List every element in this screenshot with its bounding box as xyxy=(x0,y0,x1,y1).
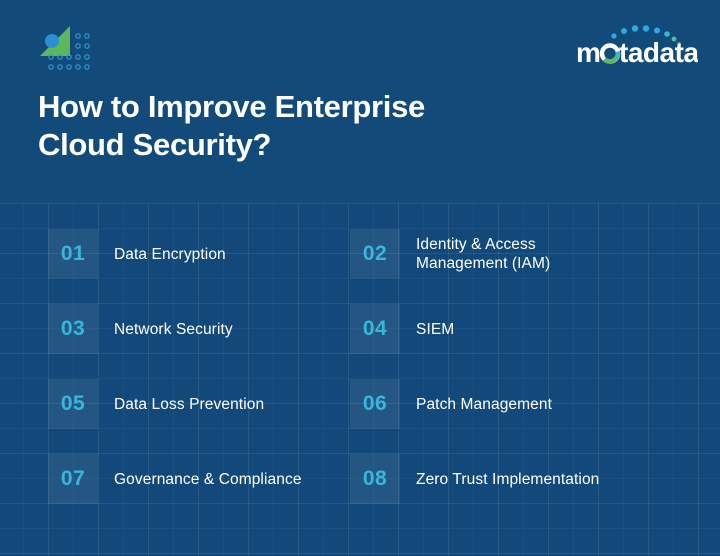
numbered-list: 01 Data Encryption 02 Identity & Access … xyxy=(0,203,720,556)
motadata-logo: m tadata xyxy=(574,22,698,68)
list-item-label-line-1: Zero Trust Implementation xyxy=(416,470,600,488)
page-title: How to Improve Enterprise Cloud Security… xyxy=(38,88,558,164)
list-row: 05 Data Loss Prevention 06 Patch Managem… xyxy=(0,379,720,429)
list-item-label: Identity & Access Management (IAM) xyxy=(416,235,550,273)
list-item-number: 01 xyxy=(48,229,98,279)
list-item-label: Network Security xyxy=(114,320,233,339)
list-item-label: Data Encryption xyxy=(114,245,226,264)
list-item-number: 03 xyxy=(48,304,98,354)
list-item[interactable]: 06 Patch Management xyxy=(350,379,670,429)
infographic-poster: m tadata How to Improve Enterprise Cloud… xyxy=(0,0,720,556)
list-row: 03 Network Security 04 SIEM xyxy=(0,304,720,354)
list-item[interactable]: 04 SIEM xyxy=(350,304,670,354)
list-item-number: 02 xyxy=(350,229,400,279)
svg-text:tadata: tadata xyxy=(619,37,698,68)
list-row: 01 Data Encryption 02 Identity & Access … xyxy=(0,229,720,279)
list-item[interactable]: 05 Data Loss Prevention xyxy=(48,379,350,429)
list-item-label: Data Loss Prevention xyxy=(114,395,264,414)
list-item-label: Governance & Compliance xyxy=(114,470,302,489)
list-item[interactable]: 03 Network Security xyxy=(48,304,350,354)
list-item-label-line-2: Management (IAM) xyxy=(416,255,551,272)
list-item-number: 07 xyxy=(48,454,98,504)
list-item-label-line-1: Network Security xyxy=(114,320,233,338)
brand-mark-icon xyxy=(38,24,90,76)
list-item[interactable]: 07 Governance & Compliance xyxy=(48,454,350,504)
page-title-line-2: Cloud Security? xyxy=(38,127,272,162)
list-item-label-line-1: Governance & Compliance xyxy=(114,470,302,488)
list-item-number: 04 xyxy=(350,304,400,354)
list-item-label-line-1: SIEM xyxy=(416,320,455,338)
list-item[interactable]: 02 Identity & Access Management (IAM) xyxy=(350,229,670,279)
list-item-label: Zero Trust Implementation xyxy=(416,470,599,489)
svg-text:m: m xyxy=(576,37,600,68)
list-item-label-line-1: Patch Management xyxy=(416,395,553,413)
list-row: 07 Governance & Compliance 08 Zero Trust… xyxy=(0,454,720,504)
page-title-line-1: How to Improve Enterprise xyxy=(38,89,425,124)
list-item-label-line-1: Data Encryption xyxy=(114,245,226,263)
list-item-label: SIEM xyxy=(416,320,454,339)
list-item[interactable]: 01 Data Encryption xyxy=(48,229,350,279)
list-item-label-line-1: Identity & Access xyxy=(416,236,536,253)
list-item[interactable]: 08 Zero Trust Implementation xyxy=(350,454,670,504)
list-item-label: Patch Management xyxy=(416,395,552,414)
list-item-number: 08 xyxy=(350,454,400,504)
list-item-number: 05 xyxy=(48,379,98,429)
list-item-label-line-1: Data Loss Prevention xyxy=(114,395,265,413)
list-item-number: 06 xyxy=(350,379,400,429)
